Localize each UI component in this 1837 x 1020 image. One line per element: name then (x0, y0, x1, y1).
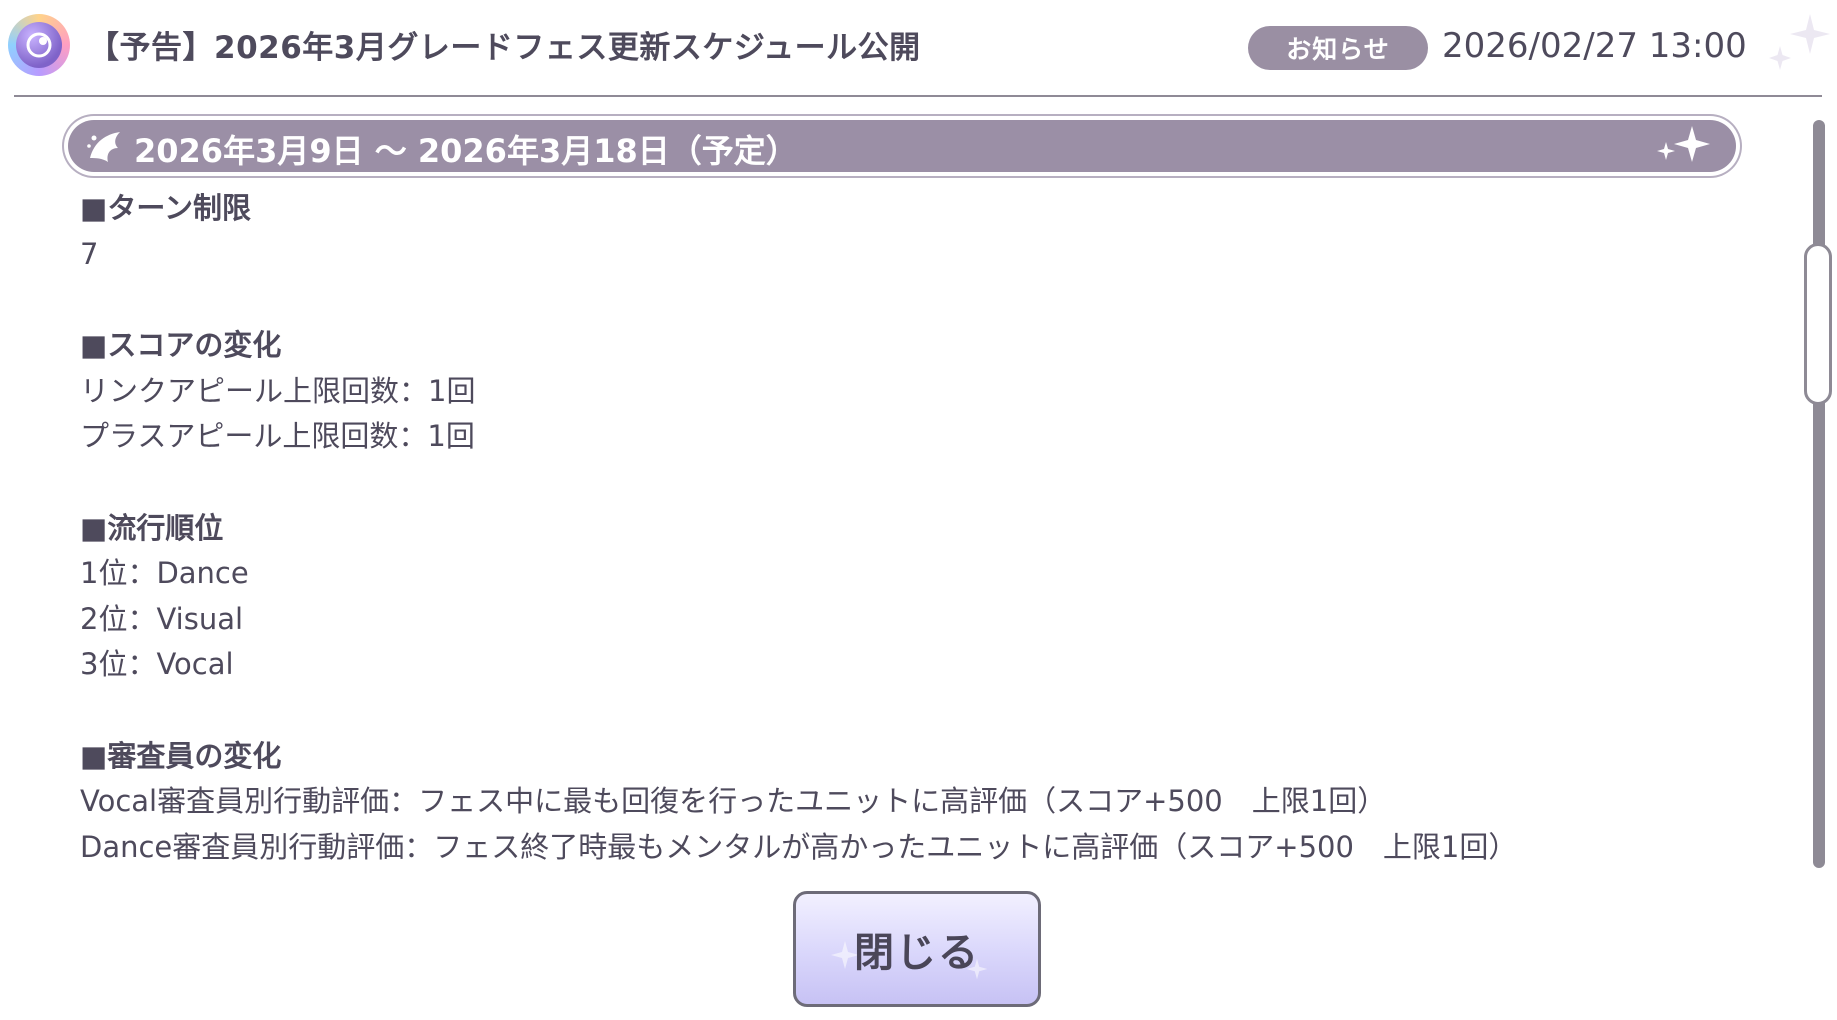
section-line: 2位：Visual (80, 601, 244, 636)
schedule-period: 2026年3月9日 ～ 2026年3月18日（予定） (134, 132, 798, 170)
post-date: 2026/02/27 13:00 (1442, 26, 1747, 66)
section-judge-change: ■審査員の変化 Vocal審査員別行動評価：フェス中に最も回復を行ったユニットに… (80, 734, 1780, 867)
section-heading: ■スコアの変化 (80, 328, 282, 362)
section-turn-limit: ■ターン制限 7 (80, 186, 1780, 277)
wing-icon (84, 128, 124, 168)
announcement-dialog: 【予告】2026年3月グレードフェス更新スケジュール公開 お知らせ 2026/0… (0, 0, 1837, 1020)
page-title: 【予告】2026年3月グレードフェス更新スケジュール公開 (88, 30, 921, 66)
section-line: Dance審査員別行動評価：フェス終了時最もメンタルが高かったユニットに高評価（… (80, 829, 1518, 864)
section-line: リンクアピール上限回数：1回 (80, 373, 476, 408)
schedule-banner: 2026年3月9日 ～ 2026年3月18日（予定） (64, 116, 1740, 176)
sparkle-icon (1769, 14, 1830, 70)
section-heading: ■ターン制限 (80, 191, 251, 225)
idol-logo-icon (8, 14, 70, 76)
announcement-body: ■ターン制限 7 ■スコアの変化 リンクアピール上限回数：1回 プラスアピール上… (80, 186, 1780, 866)
scrollbar-track[interactable] (1813, 120, 1825, 868)
section-line: 7 (80, 236, 99, 271)
scrollbar-thumb[interactable] (1804, 243, 1832, 405)
section-line: Vocal審査員別行動評価：フェス中に最も回復を行ったユニットに高評価（スコア+… (80, 784, 1387, 818)
section-line: 1位：Dance (80, 556, 249, 590)
dialog-header: 【予告】2026年3月グレードフェス更新スケジュール公開 お知らせ 2026/0… (0, 0, 1837, 96)
sparkle-icon (1657, 126, 1710, 162)
section-trend-ranking: ■流行順位 1位：Dance 2位：Visual 3位：Vocal (80, 506, 1780, 688)
section-line: 3位：Vocal (80, 647, 234, 681)
close-button[interactable]: 閉じる (793, 891, 1041, 1007)
section-line: プラスアピール上限回数：1回 (80, 419, 475, 453)
section-score-change: ■スコアの変化 リンクアピール上限回数：1回 プラスアピール上限回数：1回 (80, 323, 1780, 460)
section-heading: ■流行順位 (80, 510, 224, 545)
header-divider (14, 95, 1822, 97)
close-button-label: 閉じる (854, 930, 980, 976)
category-badge: お知らせ (1248, 26, 1428, 70)
section-heading: ■審査員の変化 (80, 738, 282, 773)
